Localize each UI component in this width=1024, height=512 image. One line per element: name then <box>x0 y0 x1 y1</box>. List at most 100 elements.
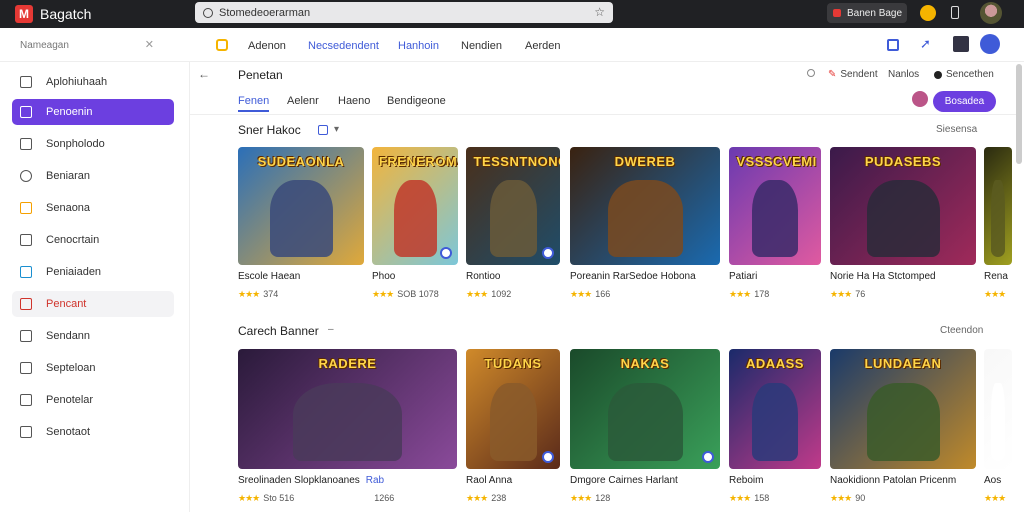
navigation-bar: Nameagan ✕ Adenon Necsedendent Hanhoin N… <box>0 28 1024 62</box>
verified-icon <box>440 247 452 259</box>
game-thumbnail[interactable]: TESSNTNONO <box>466 147 560 265</box>
sync-icon[interactable] <box>980 34 1000 54</box>
nav-tab-3[interactable]: Hanhoin <box>398 40 439 52</box>
app-logo[interactable]: M <box>15 5 33 23</box>
game-logo-text: VSSSCVEMI <box>736 154 817 170</box>
status-chip-3[interactable]: Nanlos <box>888 69 919 80</box>
game-logo-text: RADERE <box>318 356 377 372</box>
character-art <box>292 382 403 461</box>
status-chip-2[interactable]: ✎ Sendent <box>828 69 878 80</box>
game-title[interactable]: Rontioo <box>466 271 500 282</box>
sidebar-item-11[interactable]: Penotelar <box>12 387 174 413</box>
game-thumbnail[interactable]: VSSSCVEMI <box>729 147 821 265</box>
game-thumbnail[interactable]: DWEREB <box>570 147 720 265</box>
game-thumbnail[interactable] <box>984 147 1012 265</box>
game-title[interactable]: Norie Ha Ha Stctomped <box>830 271 936 282</box>
profile-thumbnail[interactable] <box>953 36 969 52</box>
sidebar-item-7[interactable]: Peniaiaden <box>12 259 174 285</box>
see-all-link[interactable]: Siesensa <box>936 124 977 135</box>
game-title[interactable]: Poreanin RarSedoe Hobona <box>570 271 696 282</box>
rating-count: 166 <box>595 289 611 299</box>
game-thumbnail[interactable]: FRENEROMA <box>372 147 458 265</box>
subtab-2[interactable]: Aelenr <box>287 95 319 107</box>
bookmark-star-icon[interactable]: ☆ <box>594 5 605 19</box>
rating-count: 374 <box>263 289 279 299</box>
sidebar-item-10[interactable]: Septeloan <box>12 355 174 381</box>
sidebar-item-9[interactable]: Sendann <box>12 323 174 349</box>
game-title[interactable]: Phoo <box>372 271 395 282</box>
subtab-4[interactable]: Bendigeone <box>387 95 446 107</box>
game-thumbnail[interactable] <box>984 349 1012 469</box>
search-bar[interactable]: ☆ <box>195 2 613 23</box>
nav-tab-4[interactable]: Nendien <box>461 40 502 52</box>
nav-tab-1[interactable]: Adenon <box>248 40 286 52</box>
game-title[interactable]: Raol Anna <box>466 475 512 486</box>
sidebar-item-label: Peniaiaden <box>46 266 102 278</box>
search-input[interactable] <box>219 6 579 19</box>
star-rating-icon: ★★★ <box>984 289 1006 299</box>
status-label: Sendent <box>840 69 878 80</box>
game-thumbnail[interactable]: NAKAS <box>570 349 720 469</box>
game-title[interactable]: Sreolinaden Slopklanoanes Rab <box>238 475 384 486</box>
grid-view-icon[interactable] <box>318 125 328 135</box>
game-thumbnail[interactable]: TUDANS <box>466 349 560 469</box>
sidebar-item-4[interactable]: Beniaran <box>12 163 174 189</box>
sidebar-item-8[interactable]: Pencant <box>12 291 174 317</box>
character-art <box>752 180 798 257</box>
nav-tab-5[interactable]: Aerden <box>525 40 560 52</box>
folder-icon <box>20 202 32 214</box>
game-title[interactable]: Naokidionn Patolan Pricenm <box>830 475 956 486</box>
game-title[interactable]: Patiari <box>729 271 757 282</box>
primary-action-button[interactable]: Bosadea <box>933 91 996 112</box>
subtab-1[interactable]: Fenen <box>238 95 270 112</box>
subtab-3[interactable]: Haeno <box>338 95 370 107</box>
verified-icon <box>542 247 554 259</box>
avatar[interactable] <box>980 2 1002 24</box>
game-thumbnail[interactable]: ADAASS <box>729 349 821 469</box>
game-title[interactable]: Rena <box>984 271 1008 282</box>
game-title[interactable]: Reboim <box>729 475 763 486</box>
sidebar-item-1[interactable]: Aplohiuhaah <box>12 69 174 95</box>
see-all-link[interactable]: Cteendon <box>940 325 983 336</box>
nav-tab-2[interactable]: Necsedendent <box>308 40 379 52</box>
avatar[interactable] <box>912 91 928 107</box>
game-title[interactable]: Dmgore Cairnes Harlant <box>570 475 678 486</box>
coins-icon[interactable] <box>920 5 936 21</box>
sidebar-item-6[interactable]: Cenocrtain <box>12 227 174 253</box>
game-rating: ★★★ <box>984 289 1009 300</box>
rating-count: 128 <box>595 493 611 503</box>
chevron-down-icon[interactable]: ▾ <box>334 124 339 135</box>
game-logo-text: PUDASEBS <box>864 154 942 170</box>
user-account-button[interactable]: Banen Bage <box>827 3 907 23</box>
sidebar-search[interactable]: Nameagan ✕ <box>8 34 166 56</box>
character-art <box>866 382 940 461</box>
game-thumbnail[interactable]: LUNDAEAN <box>830 349 976 469</box>
chevron-down-icon[interactable]: – <box>328 324 334 335</box>
game-title[interactable]: Aos <box>984 475 1001 486</box>
game-rating: ★★★ 166 <box>570 289 610 300</box>
status-chip-1[interactable] <box>807 69 815 77</box>
sidebar-item-12[interactable]: Senotaot <box>12 419 174 445</box>
back-arrow-icon[interactable]: ← <box>198 67 210 81</box>
home-icon[interactable] <box>216 39 228 51</box>
scrollbar[interactable] <box>1016 64 1022 164</box>
window-icon[interactable] <box>887 39 899 51</box>
star-rating-icon: ★★★ <box>238 289 260 299</box>
title-bar: M Bagatch ☆ Banen Bage <box>0 0 1024 28</box>
status-chip-4[interactable]: Sencethen <box>934 69 994 80</box>
sidebar-item-label: Penoenin <box>46 106 93 118</box>
clear-icon[interactable]: ✕ <box>145 38 154 51</box>
rating-count: 76 <box>855 289 866 299</box>
flag-icon <box>20 298 32 310</box>
sidebar-item-3[interactable]: Sonpholodo <box>12 131 174 157</box>
character-art <box>489 382 537 461</box>
game-thumbnail[interactable]: SUDEAONLA <box>238 147 364 265</box>
game-thumbnail[interactable]: RADERE <box>238 349 457 469</box>
game-thumbnail[interactable]: PUDASEBS <box>830 147 976 265</box>
sidebar-item-5[interactable]: Senaona <box>12 195 174 221</box>
game-title[interactable]: Escole Haean <box>238 271 300 282</box>
sidebar-item-2[interactable]: Penoenin <box>12 99 174 125</box>
star-rating-icon: ★★★ <box>984 493 1006 503</box>
share-icon[interactable]: ➚ <box>920 36 932 51</box>
mobile-icon[interactable] <box>951 6 959 19</box>
